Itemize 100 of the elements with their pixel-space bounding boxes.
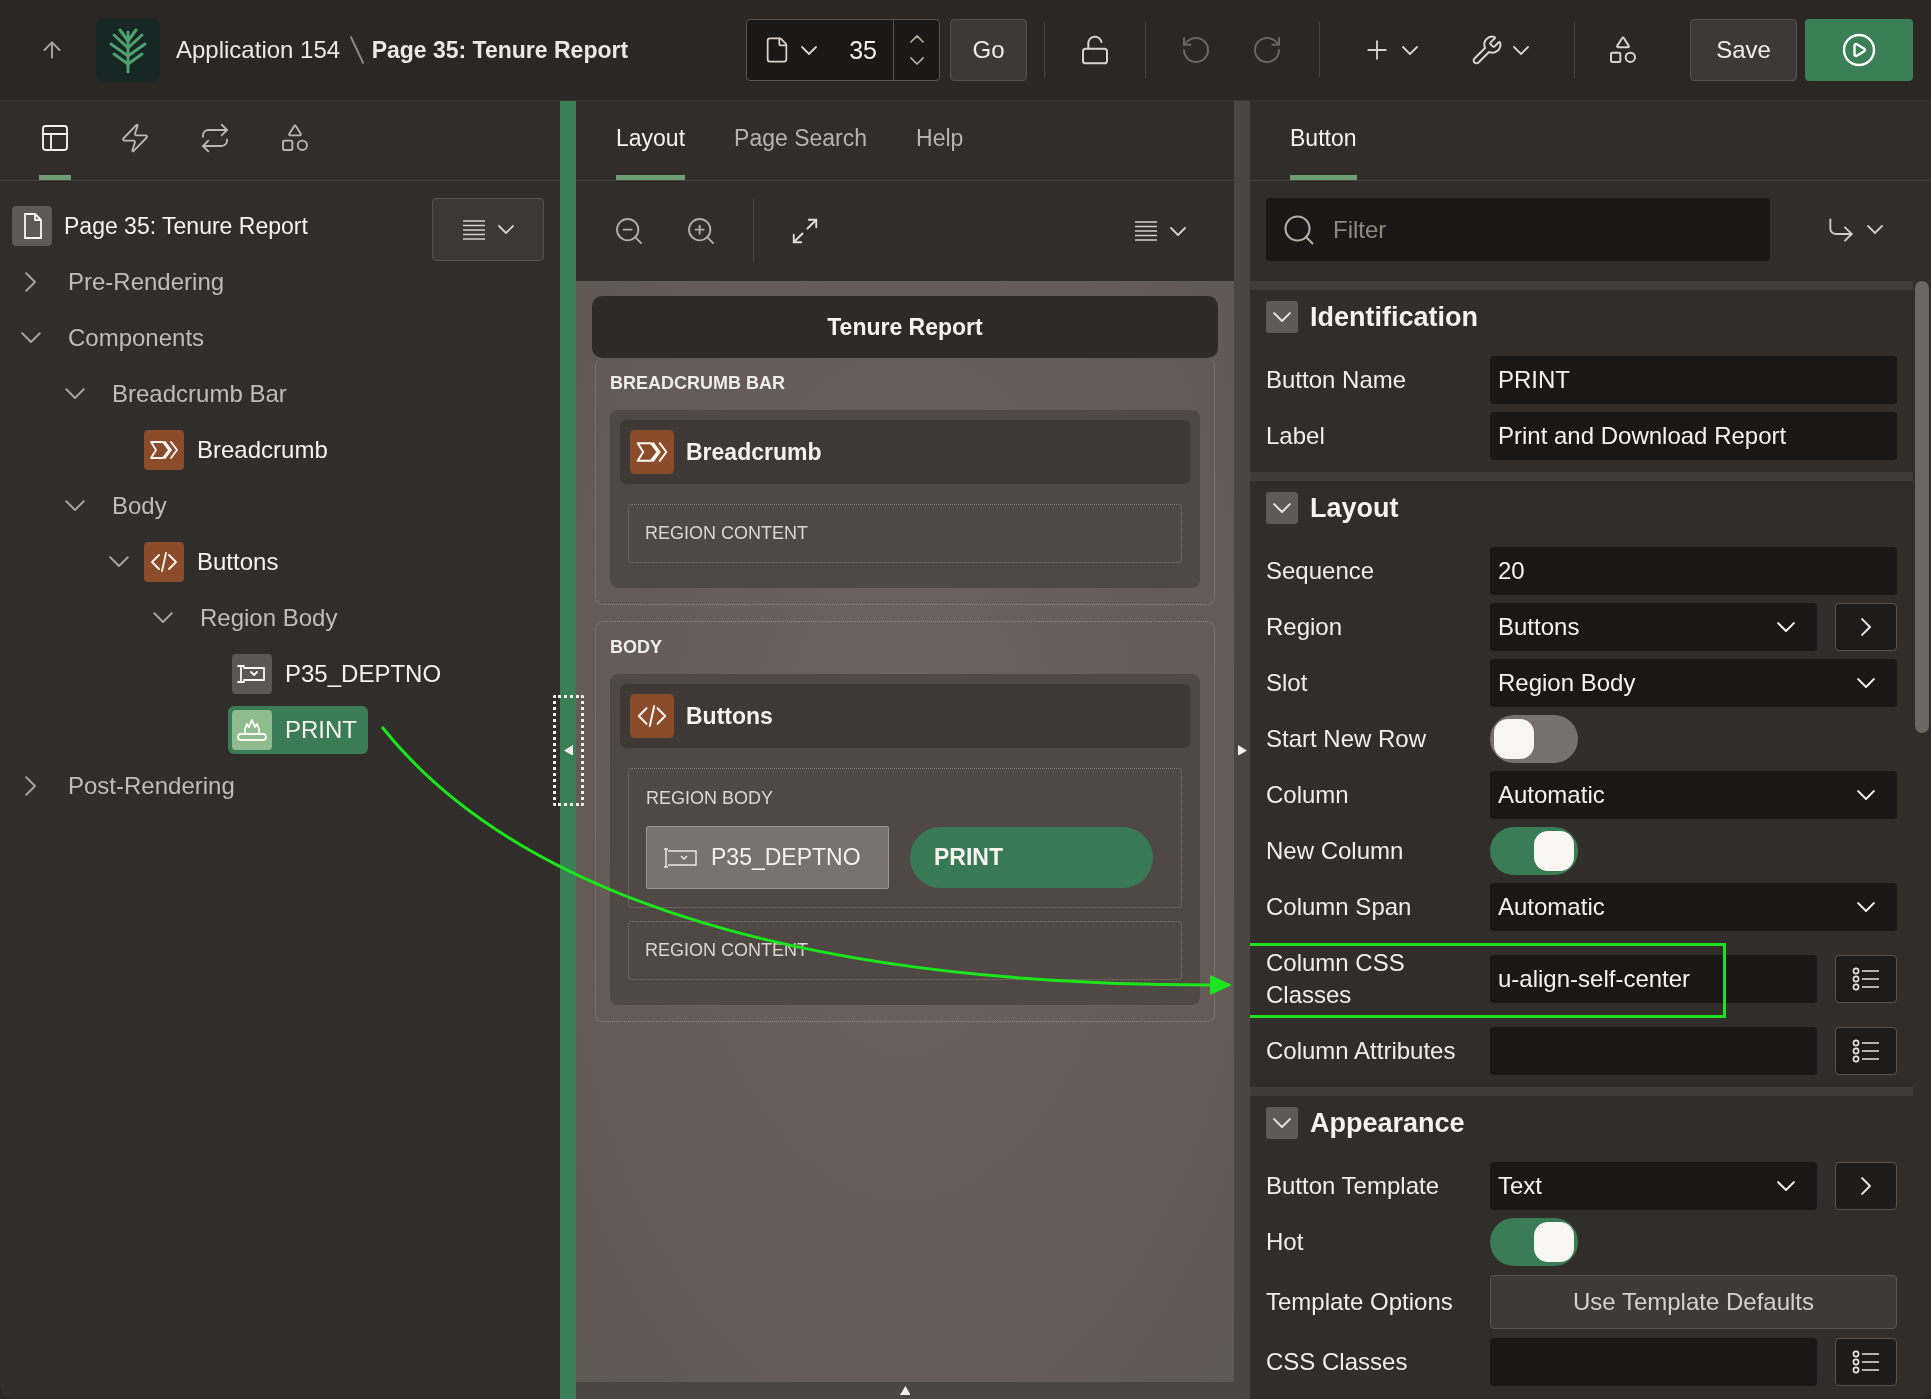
flame-button-icon [232,710,272,750]
property-label: Slot [1266,668,1309,698]
select-field[interactable]: Buttons [1490,603,1817,651]
code-icon [630,694,674,738]
breadcrumb-link[interactable]: Application 154 [176,36,341,64]
chevron-right-icon [1860,618,1872,636]
toggle-switch[interactable] [1490,1218,1578,1266]
tree-node[interactable]: Region Body [200,604,338,632]
chevron-right-icon [1860,1177,1872,1195]
property-label: Label [1266,421,1326,451]
toggle-switch[interactable] [1490,827,1578,875]
list-button[interactable] [1835,1027,1897,1075]
tree-node[interactable]: Post-Rendering [68,772,235,800]
menu-icon[interactable] [1134,221,1158,241]
input-field[interactable]: 20 [1490,547,1897,595]
tree-node[interactable]: Buttons [140,538,290,586]
slot-label: REGION BODY [646,788,775,809]
panel-tab[interactable]: Help [916,101,964,180]
collapse-toggle[interactable] [1266,1107,1298,1139]
tree-node[interactable]: Page 35: Tenure Report [12,198,316,254]
property-label: Column Span [1266,892,1413,922]
select-field[interactable]: Automatic [1490,883,1897,931]
caret-icon[interactable] [1402,45,1418,55]
property-label: CSS Classes [1266,1347,1409,1377]
panel-tab[interactable]: Page Search [734,101,868,180]
property-label: Template Options [1266,1287,1454,1317]
component-header[interactable]: Buttons [620,684,1190,748]
tree-node[interactable]: Breadcrumb Bar [112,380,287,408]
component-header[interactable]: Breadcrumb [620,420,1190,484]
chevron-down-icon [1857,677,1875,689]
input-field[interactable]: u-align-self-center [1490,955,1817,1003]
collapse-toggle[interactable] [1266,301,1298,333]
zoom-in-icon[interactable] [685,215,717,247]
tree-node[interactable]: P35_DEPTNO [228,650,453,698]
component-card[interactable]: Breadcrumb REGION CONTENT [610,410,1200,588]
tree-node[interactable]: Components [68,324,205,352]
page-item[interactable]: P35_DEPTNO [646,826,889,889]
caret-icon[interactable] [1170,226,1186,236]
collapse-toggle[interactable] [1266,492,1298,524]
chevron-up-icon[interactable] [909,34,924,43]
template-options-button[interactable]: Use Template Defaults [1490,1275,1897,1329]
panel-tab[interactable]: Layout [616,101,686,180]
scrollbar[interactable] [1915,281,1929,733]
region-label: BODY [610,636,663,659]
caret-down-icon[interactable] [65,388,85,400]
input-field[interactable]: PRINT [1490,356,1897,404]
caret-down-icon[interactable] [153,612,173,624]
caret-down-icon[interactable] [65,500,85,512]
chevron-down-icon [1777,621,1795,633]
tree-node[interactable]: Breadcrumb [140,426,339,474]
property-label: Sequence [1266,556,1376,586]
tree-node[interactable]: Body [112,492,167,520]
lock-open-icon[interactable] [1079,34,1111,66]
menu-button[interactable] [432,198,544,261]
caret-icon[interactable] [801,45,817,55]
chevron-down-icon [1273,311,1291,323]
select-field[interactable]: Region Body [1490,659,1897,707]
caret-down-icon[interactable] [109,556,129,568]
caret-icon[interactable] [1867,225,1883,234]
go-button[interactable]: Go [950,19,1027,81]
caret-down-icon[interactable] [21,332,41,344]
caret-icon[interactable] [1513,45,1529,55]
shapes-icon[interactable] [1607,34,1639,66]
zoom-out-icon[interactable] [613,215,645,247]
wrench-icon[interactable] [1471,34,1503,66]
chevron-down-icon [1273,1117,1291,1129]
tree-logo-icon[interactable] [96,18,160,82]
expand-arrow-icon[interactable] [899,1386,911,1395]
arrow-right-icon[interactable] [1237,744,1247,756]
caret-right-icon[interactable] [25,776,37,796]
chevron-down-icon [1857,789,1875,801]
property-label: Button Name [1266,365,1408,395]
property-label: Region [1266,612,1344,642]
property-label: Start New Row [1266,724,1428,754]
expand-icon[interactable] [790,216,820,246]
page-number-field[interactable]: 35 [817,20,893,80]
page-title-bar: Tenure Report [592,296,1218,358]
chevron-down-icon[interactable] [909,57,924,66]
select-field[interactable]: Text [1490,1162,1817,1210]
tree-node[interactable]: PRINT [228,706,368,754]
play-icon [1841,32,1877,68]
page-icon [12,206,52,246]
section-title: Appearance [1310,1107,1465,1139]
filter-field[interactable]: Filter [1266,198,1770,261]
list-button[interactable] [1835,955,1897,1003]
canvas-button[interactable]: PRINT [910,827,1153,888]
caret-right-icon[interactable] [25,272,37,292]
component-title: Breadcrumb [686,438,822,466]
save-button[interactable]: Save [1690,19,1797,81]
run-button[interactable] [1805,19,1913,81]
select-list-icon [663,847,697,868]
panel-tab[interactable]: Button [1290,101,1357,180]
slot-label: REGION CONTENT [645,523,809,544]
input-field[interactable]: Print and Download Report [1490,412,1897,460]
list-button[interactable] [1835,1338,1897,1386]
select-field[interactable]: Automatic [1490,771,1897,819]
component-title: Buttons [686,702,773,730]
toggle-switch[interactable] [1490,715,1578,763]
property-label: New Column [1266,836,1405,866]
tree-node[interactable]: Pre-Rendering [68,268,225,296]
